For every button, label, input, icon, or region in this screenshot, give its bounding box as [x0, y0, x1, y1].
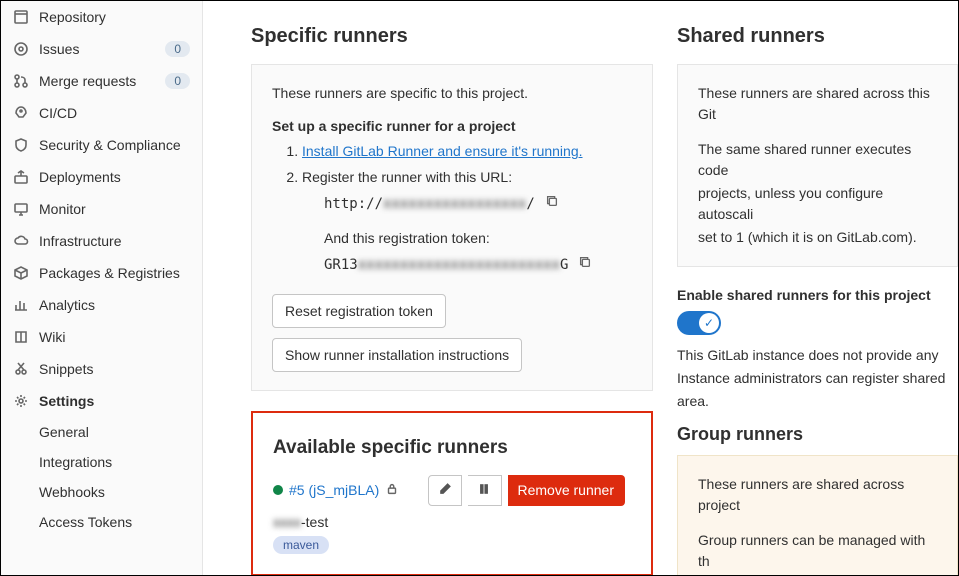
sidebar-sub-access-tokens[interactable]: Access Tokens [1, 507, 202, 537]
runner-id-link[interactable]: #5 (jS_mjBLA) [289, 482, 379, 498]
available-runners-box: Available specific runners #5 (jS_mjBLA)… [251, 411, 653, 575]
lock-icon [385, 482, 399, 499]
pencil-icon [438, 483, 452, 499]
main-content: Specific runners These runners are speci… [203, 1, 958, 575]
sidebar-item-infrastructure[interactable]: Infrastructure [1, 225, 202, 257]
sidebar-label: Repository [39, 9, 190, 25]
issues-icon [13, 41, 29, 57]
group-runners-panel: These runners are shared across project … [677, 455, 958, 575]
runner-tag: maven [273, 536, 329, 554]
shared-desc-1: These runners are shared across this Git [698, 83, 937, 125]
sidebar-label: Packages & Registries [39, 265, 190, 281]
pause-icon [477, 483, 491, 499]
token-label: And this registration token: [302, 227, 632, 249]
sidebar-label: Security & Compliance [39, 137, 190, 153]
group-runners-title: Group runners [677, 424, 958, 445]
merge-icon [13, 73, 29, 89]
sidebar-label: Analytics [39, 297, 190, 313]
runner-url: http://xxxxxxxxxxxxxxxxx/ [302, 193, 632, 215]
setup-heading: Set up a specific runner for a project [272, 118, 632, 134]
sidebar-sub-integrations[interactable]: Integrations [1, 447, 202, 477]
edit-runner-button[interactable] [428, 475, 462, 506]
repository-icon [13, 9, 29, 25]
count-badge: 0 [165, 41, 190, 57]
sidebar-label: Infrastructure [39, 233, 190, 249]
specific-runners-panel: These runners are specific to this proje… [251, 64, 653, 391]
sidebar-item-monitor[interactable]: Monitor [1, 193, 202, 225]
sidebar-item-issues[interactable]: Issues0 [1, 33, 202, 65]
rocket-icon [13, 105, 29, 121]
sidebar-item-analytics[interactable]: Analytics [1, 289, 202, 321]
sidebar-label: Issues [39, 41, 165, 57]
group-desc-2: Group runners can be managed with th [698, 530, 937, 572]
sidebar-label: Settings [39, 393, 190, 409]
sidebar-item-packages[interactable]: Packages & Registries [1, 257, 202, 289]
no-shared-3: area. [677, 391, 958, 412]
runner-name: xxxx-test [273, 514, 631, 530]
sidebar-label: CI/CD [39, 105, 190, 121]
sidebar-label: Merge requests [39, 73, 165, 89]
package-icon [13, 265, 29, 281]
show-instructions-button[interactable]: Show runner installation instructions [272, 338, 522, 372]
sidebar-sub-webhooks[interactable]: Webhooks [1, 477, 202, 507]
install-runner-link[interactable]: Install GitLab Runner and ensure it's ru… [302, 143, 583, 159]
shared-desc-4: set to 1 (which it is on GitLab.com). [698, 227, 937, 248]
sidebar-item-wiki[interactable]: Wiki [1, 321, 202, 353]
check-icon: ✓ [699, 313, 719, 333]
available-runners-title: Available specific runners [273, 437, 631, 459]
sidebar-label: Deployments [39, 169, 190, 185]
status-dot-online [273, 485, 283, 495]
sidebar-sub-general[interactable]: General [1, 417, 202, 447]
no-shared-1: This GitLab instance does not provide an… [677, 345, 958, 366]
remove-runner-button[interactable]: Remove runner [508, 475, 626, 506]
sidebar-item-cicd[interactable]: CI/CD [1, 97, 202, 129]
sidebar-item-merge-requests[interactable]: Merge requests0 [1, 65, 202, 97]
sidebar-item-snippets[interactable]: Snippets [1, 353, 202, 385]
monitor-icon [13, 201, 29, 217]
sidebar-label: Snippets [39, 361, 190, 377]
sidebar-label: Wiki [39, 329, 190, 345]
group-desc-1: These runners are shared across project [698, 474, 937, 516]
cloud-icon [13, 233, 29, 249]
copy-url-icon[interactable] [545, 193, 559, 215]
book-icon [13, 329, 29, 345]
no-shared-2: Instance administrators can register sha… [677, 368, 958, 389]
sidebar-label: Monitor [39, 201, 190, 217]
specific-desc: These runners are specific to this proje… [272, 83, 632, 104]
sidebar-item-security[interactable]: Security & Compliance [1, 129, 202, 161]
shared-runners-panel: These runners are shared across this Git… [677, 64, 958, 267]
reset-token-button[interactable]: Reset registration token [272, 294, 446, 328]
pause-runner-button[interactable] [468, 475, 502, 506]
sidebar: Repository Issues0 Merge requests0 CI/CD… [1, 1, 203, 575]
deploy-icon [13, 169, 29, 185]
registration-token: GR13xxxxxxxxxxxxxxxxxxxxxxxxG [302, 254, 632, 276]
sidebar-item-settings[interactable]: Settings [1, 385, 202, 417]
register-url-label: Register the runner with this URL: [302, 169, 512, 185]
enable-shared-toggle[interactable]: ✓ [677, 311, 721, 335]
sidebar-item-deployments[interactable]: Deployments [1, 161, 202, 193]
gear-icon [13, 393, 29, 409]
shared-desc-3: projects, unless you configure autoscali [698, 183, 937, 225]
snippet-icon [13, 361, 29, 377]
count-badge: 0 [165, 73, 190, 89]
shield-icon [13, 137, 29, 153]
shared-desc-2: The same shared runner executes code [698, 139, 937, 181]
chart-icon [13, 297, 29, 313]
sidebar-item-repository[interactable]: Repository [1, 1, 202, 33]
shared-runners-title: Shared runners [677, 25, 958, 48]
enable-shared-label: Enable shared runners for this project [677, 287, 958, 303]
specific-runners-title: Specific runners [251, 25, 653, 48]
copy-token-icon[interactable] [578, 254, 592, 276]
